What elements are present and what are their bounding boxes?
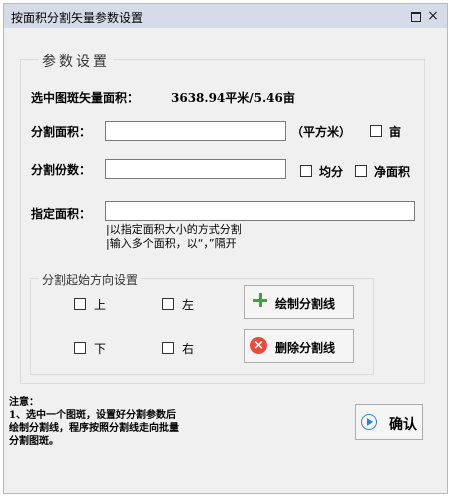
- split-area-label: 分割面积：: [31, 125, 92, 139]
- confirm-label: 确认: [389, 417, 417, 433]
- direction-group-legend: 分割起始方向设置: [39, 271, 142, 288]
- selected-area-label: 选中图斑矢量面积：: [31, 91, 140, 105]
- mu-checkbox[interactable]: [370, 125, 382, 137]
- note-text: 注意： 1、选中一个图斑，设置好分割参数后 绘制分割线，程序按照分割线走向批量 …: [9, 396, 179, 448]
- down-checkbox[interactable]: [74, 342, 86, 354]
- restore-icon[interactable]: [407, 7, 425, 25]
- close-icon[interactable]: ×: [424, 7, 442, 25]
- specified-area-input[interactable]: [105, 201, 415, 221]
- left-checkbox[interactable]: [162, 298, 174, 310]
- delete-split-line-button[interactable]: × 删除分割线: [244, 329, 354, 363]
- net-area-checkbox[interactable]: [355, 165, 367, 177]
- specified-area-hint-1: |以指定面积大小的方式分割: [106, 223, 242, 236]
- specified-area-hint-2: |输入多个面积，以“，”隔开: [106, 237, 237, 250]
- net-area-label: 净面积: [374, 165, 411, 179]
- specified-area-label: 指定面积：: [31, 207, 92, 221]
- right-checkbox[interactable]: [162, 342, 174, 354]
- equal-split-checkbox[interactable]: [300, 165, 312, 177]
- split-count-input[interactable]: [105, 159, 286, 179]
- up-label: 上: [94, 298, 107, 312]
- down-label: 下: [94, 342, 107, 356]
- draw-split-line-button[interactable]: 绘制分割线: [244, 285, 354, 319]
- split-count-label: 分割份数：: [31, 163, 92, 177]
- note-line-3: 分割图斑。: [9, 436, 59, 447]
- params-group-legend: 参数设置: [39, 51, 113, 71]
- unit-sqm-label: （平方米）: [291, 125, 352, 139]
- equal-split-label: 均分: [319, 165, 344, 179]
- up-checkbox[interactable]: [74, 298, 86, 310]
- note-line-2: 绘制分割线，程序按照分割线走向批量: [9, 423, 179, 434]
- note-line-1: 1、选中一个图斑，设置好分割参数后: [9, 410, 176, 421]
- title-bar[interactable]: 按面积分割矢量参数设置 ×: [4, 4, 447, 28]
- right-label: 右: [182, 342, 195, 356]
- play-icon: [361, 414, 377, 430]
- delete-icon: ×: [250, 337, 267, 354]
- selected-area-value: 3638.94平米/5.46亩: [171, 91, 295, 105]
- note-title: 注意：: [9, 397, 39, 408]
- window-title: 按面积分割矢量参数设置: [11, 11, 144, 25]
- plus-icon: [251, 291, 269, 309]
- delete-split-line-label: 删除分割线: [275, 341, 336, 355]
- left-label: 左: [182, 298, 195, 312]
- split-area-input[interactable]: [105, 121, 286, 141]
- draw-split-line-label: 绘制分割线: [275, 297, 336, 311]
- mu-label: 亩: [389, 125, 402, 139]
- confirm-button[interactable]: 确认: [355, 404, 423, 440]
